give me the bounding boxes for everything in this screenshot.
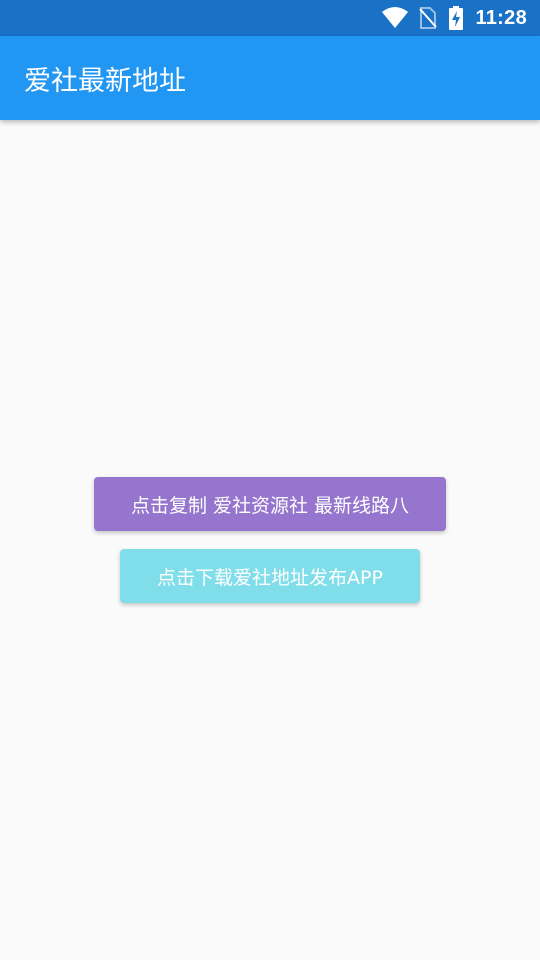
status-time: 11:28 [475, 6, 527, 29]
app-bar: 爱社最新地址 [0, 36, 540, 120]
page-title: 爱社最新地址 [24, 65, 186, 97]
download-app-button[interactable]: 点击下载爱社地址发布APP [120, 549, 420, 603]
copy-address-button[interactable]: 点击复制 爱社资源社 最新线路八 [94, 477, 446, 531]
status-icons: 11:28 [381, 0, 540, 36]
status-bar: 11:28 [0, 0, 540, 36]
main-content: 点击复制 爱社资源社 最新线路八 点击下载爱社地址发布APP [0, 120, 540, 960]
no-sim-icon [419, 7, 438, 29]
battery-charging-icon [449, 6, 464, 30]
wifi-icon [381, 6, 409, 30]
